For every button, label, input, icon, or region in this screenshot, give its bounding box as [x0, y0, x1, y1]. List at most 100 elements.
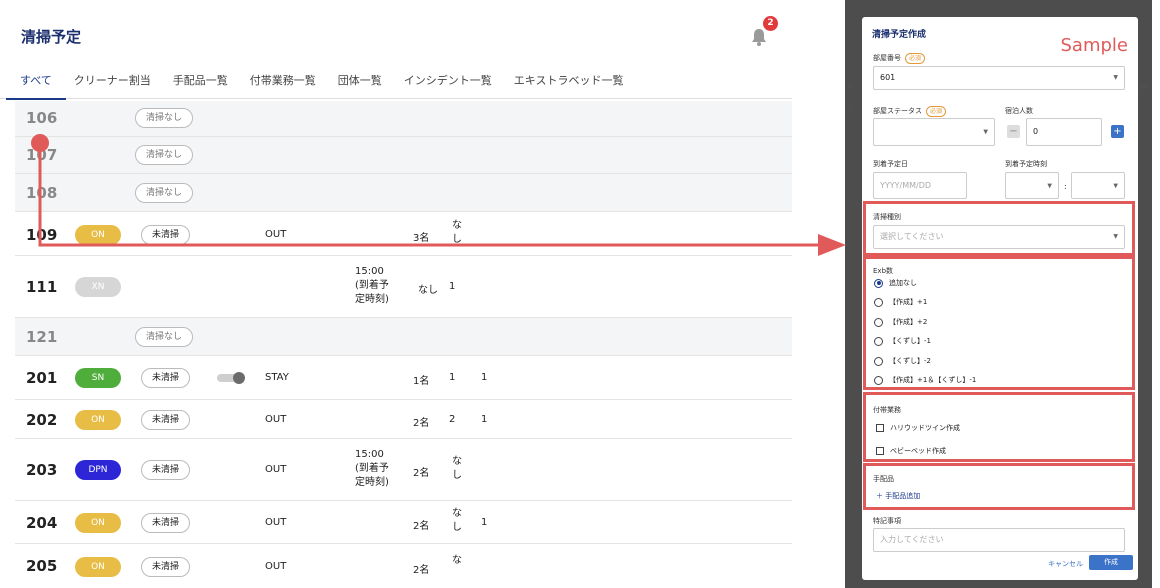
room-status-pill: ON	[75, 410, 121, 430]
note: なし	[452, 220, 462, 245]
room-status-pill: ON	[75, 513, 121, 533]
highlight-exb	[863, 256, 1135, 390]
arrival-date-input[interactable]: YYYY/MM/DD	[873, 172, 967, 199]
chevron-down-icon: ▼	[1113, 182, 1118, 189]
room-number: 111	[26, 278, 58, 296]
table-row[interactable]: 204 ON 未清掃 OUT 2名 なし 1	[15, 501, 792, 544]
clean-status-chip: 清掃なし	[135, 108, 194, 128]
clean-status-chip: 清掃なし	[135, 183, 194, 203]
room-number: 108	[26, 184, 58, 202]
notification-badge: 2	[763, 16, 778, 31]
count: 1	[481, 517, 488, 528]
table-row[interactable]: 106 清掃なし	[15, 101, 792, 137]
create-schedule-modal: 清掃予定作成 Sample 部屋番号 必須 601 ▼ 部屋ステータス 必須 ▼ 宿泊…	[862, 17, 1138, 580]
modal-title: 清掃予定作成	[872, 30, 927, 40]
stay-type: OUT	[265, 561, 287, 572]
toggle-switch[interactable]	[215, 372, 247, 384]
chevron-down-icon: ▼	[1047, 182, 1052, 189]
room-number-select[interactable]: 601 ▼	[873, 66, 1125, 90]
notes-input[interactable]: 入力してください	[873, 528, 1125, 552]
table-row[interactable]: 205 ON 未清掃 OUT 2名 な	[15, 544, 792, 584]
room-number-label: 部屋番号 必須	[873, 53, 926, 64]
stay-type: STAY	[265, 372, 289, 383]
arrival-minute-select[interactable]: ▼	[1071, 172, 1125, 199]
clean-status-chip[interactable]: 未清掃	[141, 225, 191, 245]
tab-incidents[interactable]: インシデント一覧	[404, 62, 492, 99]
table-row[interactable]: 109 ON 未清掃 OUT 3名 なし	[15, 212, 792, 256]
clean-status-chip[interactable]: 未清掃	[141, 557, 191, 577]
room-status-pill: XN	[75, 277, 121, 297]
tab-extra-beds[interactable]: エキストラベッド一覧	[514, 62, 624, 99]
bell-icon[interactable]	[751, 28, 767, 46]
cancel-button[interactable]: キャンセル	[1048, 559, 1083, 569]
guests-increment-button[interactable]: +	[1111, 125, 1124, 138]
highlight-clean-type	[863, 201, 1135, 256]
schedule-page: 清掃予定 2 すべて クリーナー割当 手配品一覧 付帯業務一覧 団体一覧 インシ…	[0, 0, 796, 588]
stay-type: OUT	[265, 464, 287, 475]
room-number: 107	[26, 146, 58, 164]
note: なし	[452, 508, 462, 533]
backdrop-edge-mark: ISF	[1139, 84, 1149, 91]
room-status-pill: ON	[75, 557, 121, 577]
guests-decrement-button[interactable]: −	[1007, 125, 1020, 138]
tab-groups[interactable]: 団体一覧	[338, 62, 382, 99]
arrival-hour-select[interactable]: ▼	[1005, 172, 1059, 199]
notes-label: 特記事項	[873, 517, 901, 525]
annotation-arrowhead-icon	[818, 234, 846, 256]
table-row[interactable]: 203 DPN 未清掃 OUT 15:00 (到着予 定時刻) 2名 なし	[15, 439, 792, 501]
table-row[interactable]: 108 清掃なし	[15, 174, 792, 212]
tab-bar: すべて クリーナー割当 手配品一覧 付帯業務一覧 団体一覧 インシデント一覧 エ…	[0, 62, 792, 100]
table-row[interactable]: 107 清掃なし	[15, 137, 792, 174]
guest-count: 2名	[413, 565, 430, 576]
table-row[interactable]: 121 清掃なし	[15, 318, 792, 356]
room-list: 106 清掃なし 107 清掃なし 108 清掃なし 109 ON 未清掃 OU…	[15, 101, 792, 584]
count: 1	[481, 372, 488, 383]
room-number: 204	[26, 514, 58, 532]
sample-watermark: Sample	[1060, 35, 1129, 56]
room-number: 121	[26, 328, 58, 346]
arrival-time: 15:00 (到着予 定時刻)	[355, 449, 389, 488]
tab-cleaner-assign[interactable]: クリーナー割当	[74, 62, 151, 99]
required-badge: 必須	[926, 106, 947, 117]
count: 2	[449, 414, 456, 425]
stay-type: OUT	[265, 414, 287, 425]
clean-status-chip[interactable]: 未清掃	[141, 460, 191, 480]
guest-count: 1名	[413, 376, 430, 387]
guests-input[interactable]: 0	[1026, 118, 1102, 146]
count: 1	[481, 414, 488, 425]
page-title: 清掃予定	[21, 28, 82, 46]
tab-extra-tasks[interactable]: 付帯業務一覧	[250, 62, 316, 99]
note: なし	[452, 456, 462, 481]
room-number: 201	[26, 369, 58, 387]
tab-all[interactable]: すべて	[6, 62, 66, 100]
table-row[interactable]: 201 SN 未清掃 STAY 1名 1 1	[15, 356, 792, 400]
arrival-time: 15:00 (到着予 定時刻)	[355, 266, 389, 305]
room-status-label: 部屋ステータス 必須	[873, 106, 947, 117]
note: なし	[418, 285, 438, 296]
clean-status-chip[interactable]: 未清掃	[141, 513, 191, 533]
required-badge: 必須	[905, 53, 926, 64]
room-status-pill: SN	[75, 368, 121, 388]
guest-count: 2名	[413, 468, 430, 479]
arrival-date-placeholder: YYYY/MM/DD	[880, 181, 932, 190]
clean-status-chip[interactable]: 未清掃	[141, 368, 191, 388]
clean-status-chip[interactable]: 未清掃	[141, 410, 191, 430]
stay-type: OUT	[265, 517, 287, 528]
room-status-pill: DPN	[75, 460, 121, 480]
highlight-extra-tasks	[863, 392, 1135, 462]
note: な	[452, 555, 462, 566]
guests-label: 宿泊人数	[1005, 107, 1033, 115]
room-number-value: 601	[880, 73, 896, 82]
room-number: 205	[26, 557, 58, 575]
notes-placeholder: 入力してください	[880, 535, 944, 544]
count: 1	[449, 281, 456, 292]
table-row[interactable]: 111 XN 15:00 (到着予 定時刻) なし 1	[15, 256, 792, 318]
room-status-select[interactable]: ▼	[873, 118, 995, 146]
guest-count: 2名	[413, 418, 430, 429]
arrival-time-label: 到着予定時刻	[1005, 160, 1047, 168]
create-button[interactable]: 作成	[1089, 555, 1133, 570]
tab-supplies[interactable]: 手配品一覧	[173, 62, 228, 99]
table-row[interactable]: 202 ON 未清掃 OUT 2名 2 1	[15, 400, 792, 439]
count: 1	[449, 372, 456, 383]
backdrop-edge-mark: 2	[848, 106, 852, 113]
